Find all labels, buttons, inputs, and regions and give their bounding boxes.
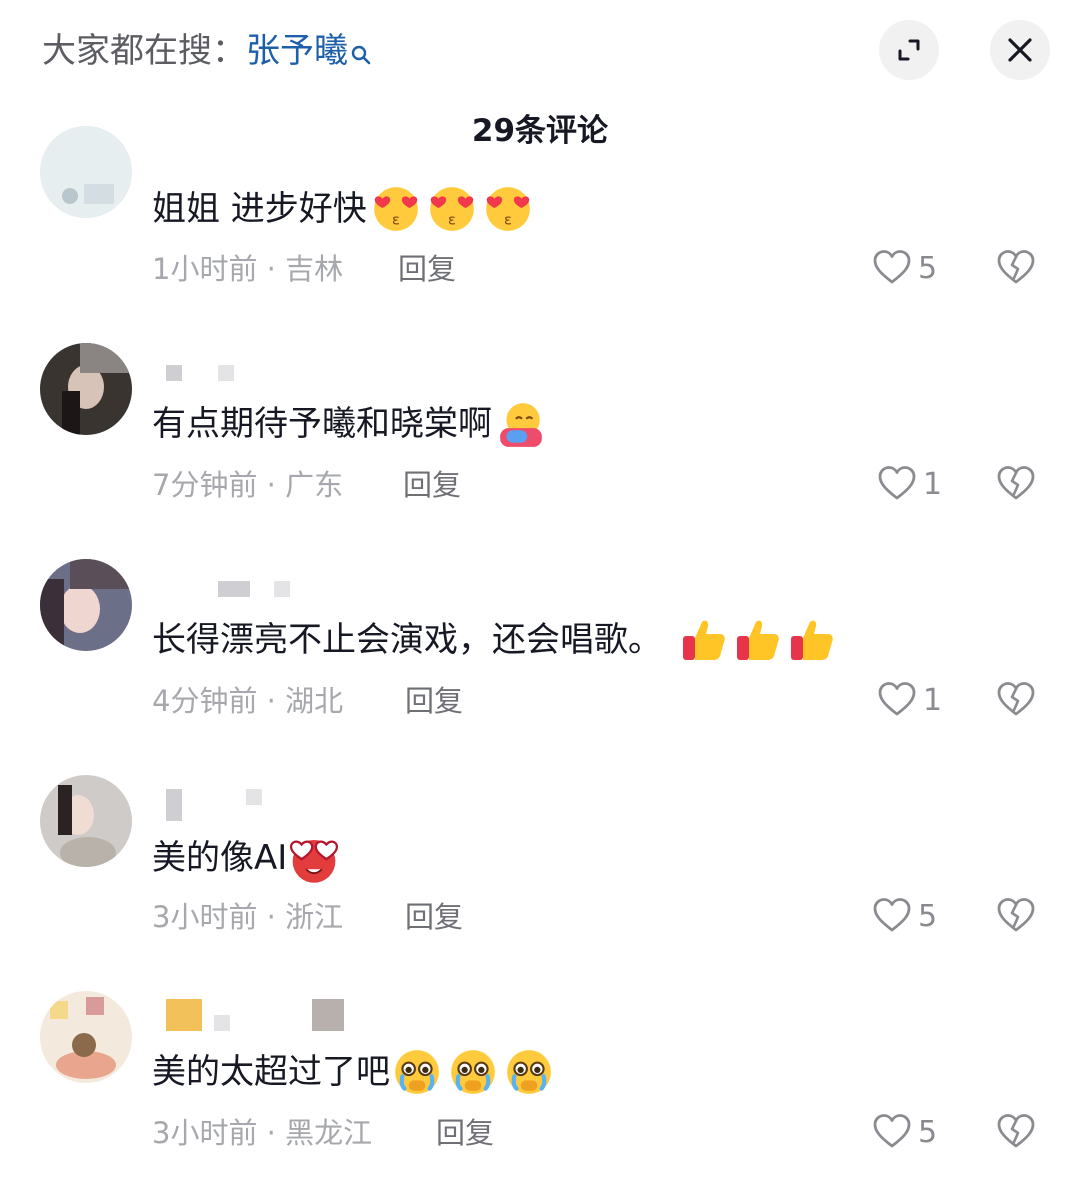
comment-time: 1小时前 (152, 252, 258, 286)
heart-icon (872, 248, 912, 288)
dislike-button[interactable] (996, 680, 1036, 724)
comment-item: 有点期待予曦和晓棠啊 7分钟前 · 广东 回复 1 (0, 343, 1080, 543)
dislike-button[interactable] (996, 248, 1036, 292)
close-icon (1008, 38, 1032, 62)
comment-count-title: 29条评论 (471, 113, 609, 149)
like-button[interactable]: 1 (877, 464, 942, 504)
hugging-emoji (496, 399, 546, 449)
comment-item: 长得漂亮不止会演戏，还会唱歌。 4分钟前 · 湖北 回复 1 (0, 559, 1080, 759)
broken-heart-icon (996, 464, 1036, 504)
comment-location: 湖北 (285, 684, 344, 718)
heart-eyes-emoji (287, 831, 341, 885)
thumbs-up-emoji (734, 616, 782, 664)
broken-heart-icon (996, 1112, 1036, 1152)
reply-button[interactable]: 回复 (405, 681, 463, 721)
expand-icon (898, 39, 920, 61)
heart-icon (872, 1112, 912, 1152)
commenter-avatar[interactable] (40, 991, 132, 1083)
like-button[interactable]: 5 (872, 896, 937, 936)
username-redacted (166, 789, 262, 821)
reply-button[interactable]: 回复 (405, 897, 463, 937)
broken-heart-icon (996, 248, 1036, 288)
pleading-tears-emoji (504, 1047, 554, 1097)
comment-location: 黑龙江 (285, 1116, 373, 1150)
dislike-button[interactable] (996, 464, 1036, 508)
like-count: 5 (918, 898, 938, 934)
dislike-button[interactable] (996, 1112, 1036, 1156)
like-count: 1 (923, 682, 943, 718)
commenter-avatar[interactable] (40, 343, 132, 435)
comment-meta: 3小时前 · 黑龙江 (152, 1113, 372, 1153)
search-suggestion-term[interactable]: 张予曦 (246, 31, 348, 71)
comment-text-content: 长得漂亮不止会演戏，还会唱歌。 (152, 620, 662, 660)
heart-icon (872, 896, 912, 936)
thumbs-up-emoji (788, 616, 836, 664)
comment-location: 广东 (285, 468, 344, 502)
dislike-button[interactable] (996, 896, 1036, 940)
like-count: 1 (923, 466, 943, 502)
comment-text-content: 美的像AI (152, 838, 288, 878)
like-count: 5 (918, 250, 938, 286)
comment-text: 美的像AI (152, 831, 341, 885)
reply-button[interactable]: 回复 (398, 249, 456, 289)
commenter-avatar[interactable] (40, 126, 132, 218)
close-button[interactable] (990, 20, 1050, 80)
comment-text: 姐姐 进步好快 (152, 184, 533, 234)
username-redacted (218, 581, 290, 601)
comment-item: 美的像AI 3小时前 · 浙江 回复 5 (0, 775, 1080, 975)
heart-icon (877, 680, 917, 720)
meta-separator: · (257, 900, 286, 934)
comment-location: 吉林 (285, 252, 344, 286)
comment-text-content: 有点期待予曦和晓棠啊 (152, 404, 492, 444)
search-icon (350, 32, 372, 78)
comment-time: 3小时前 (152, 1116, 258, 1150)
kissing-heart-emoji (371, 184, 421, 234)
search-suggestion[interactable]: 大家都在搜：张予曦 (42, 28, 372, 78)
heart-icon (877, 464, 917, 504)
commenter-avatar[interactable] (40, 775, 132, 867)
broken-heart-icon (996, 680, 1036, 720)
thumbs-up-emoji (680, 616, 728, 664)
comment-meta: 4分钟前 · 湖北 (152, 681, 343, 721)
broken-heart-icon (996, 896, 1036, 936)
top-bar: 大家都在搜：张予曦 (0, 0, 1080, 100)
comment-text: 长得漂亮不止会演戏，还会唱歌。 (152, 615, 836, 665)
comment-time: 7分钟前 (152, 468, 258, 502)
meta-separator: · (257, 252, 286, 286)
reply-button[interactable]: 回复 (403, 465, 461, 505)
username-redacted (166, 365, 234, 385)
like-button[interactable]: 1 (877, 680, 942, 720)
comment-meta: 7分钟前 · 广东 (152, 465, 343, 505)
comment-meta: 1小时前 · 吉林 (152, 249, 343, 289)
search-suggestion-prefix: 大家都在搜： (42, 31, 246, 71)
meta-separator: · (257, 1116, 286, 1150)
comment-meta: 3小时前 · 浙江 (152, 897, 343, 937)
comment-text: 有点期待予曦和晓棠啊 (152, 399, 546, 449)
meta-separator: · (257, 684, 286, 718)
comment-location: 浙江 (285, 900, 344, 934)
like-button[interactable]: 5 (872, 248, 937, 288)
bottom-fade (0, 1155, 1080, 1197)
expand-button[interactable] (879, 20, 939, 80)
comment-text-content: 姐姐 进步好快 (152, 189, 367, 229)
comment-time: 3小时前 (152, 900, 258, 934)
commenter-avatar[interactable] (40, 559, 132, 651)
comment-item: 姐姐 进步好快 1小时前 · 吉林 回复 5 (0, 126, 1080, 370)
meta-separator: · (257, 468, 286, 502)
like-count: 5 (918, 1114, 938, 1150)
username-redacted (166, 999, 344, 1031)
like-button[interactable]: 5 (872, 1112, 937, 1152)
reply-button[interactable]: 回复 (436, 1113, 494, 1153)
kissing-heart-emoji (483, 184, 533, 234)
comment-text: 美的太超过了吧 (152, 1047, 554, 1097)
kissing-heart-emoji (427, 184, 477, 234)
comment-text-content: 美的太超过了吧 (152, 1052, 390, 1092)
pleading-tears-emoji (392, 1047, 442, 1097)
pleading-tears-emoji (448, 1047, 498, 1097)
comment-time: 4分钟前 (152, 684, 258, 718)
